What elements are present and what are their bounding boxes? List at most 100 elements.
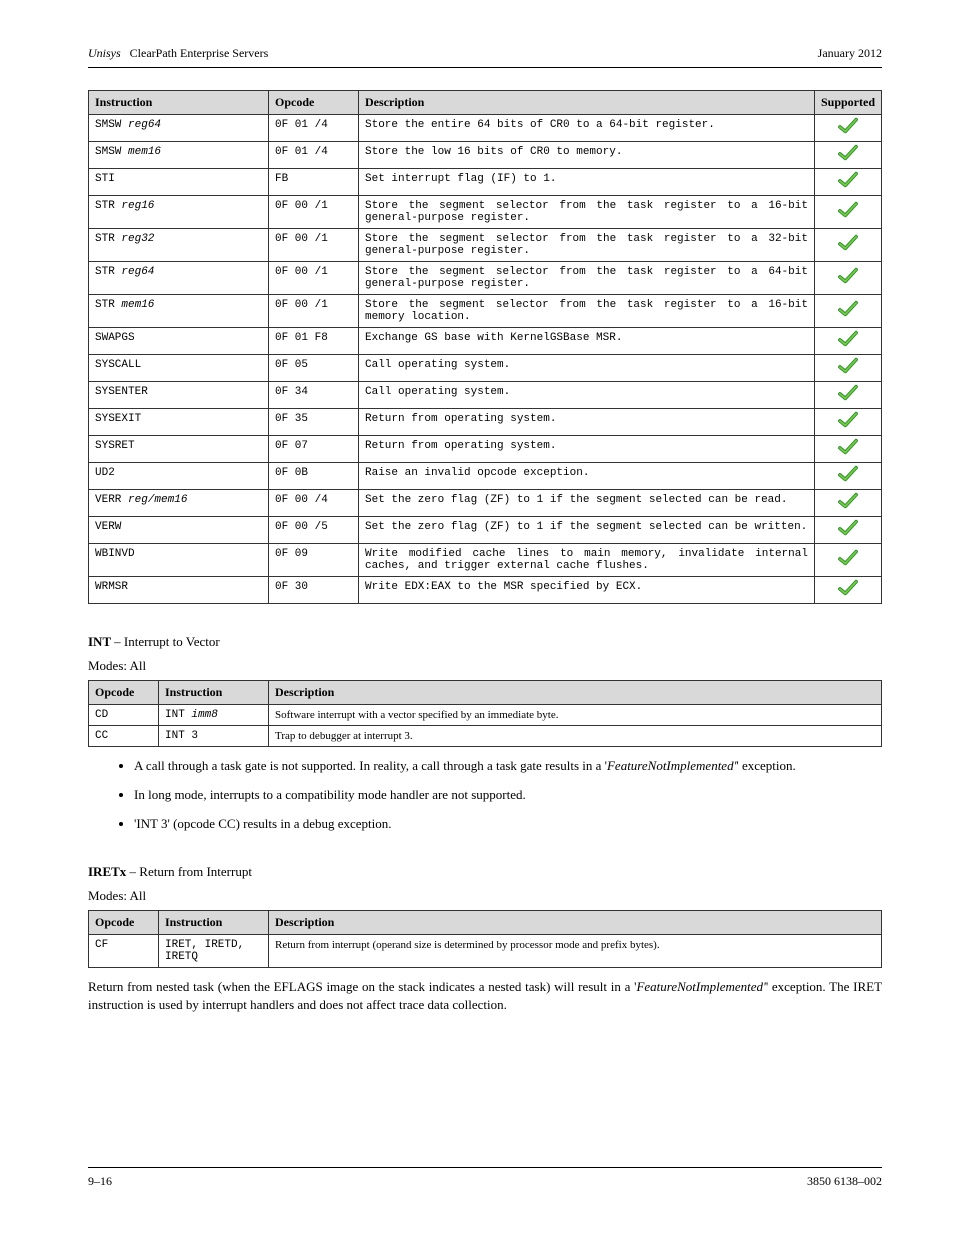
cell-desc: Raise an invalid opcode exception.	[359, 463, 815, 490]
check-icon	[837, 181, 859, 193]
cell-instr: SYSENTER	[89, 382, 269, 409]
col-opcode: Opcode	[89, 681, 159, 705]
cell-desc: Set the zero flag (ZF) to 1 if the segme…	[359, 517, 815, 544]
cell-supported	[814, 169, 881, 196]
check-icon	[837, 340, 859, 352]
cell-supported	[814, 544, 881, 577]
cell-instr: STR reg32	[89, 229, 269, 262]
cell-desc: Store the segment selector from the task…	[359, 262, 815, 295]
table-row: STIFBSet interrupt flag (IF) to 1.	[89, 169, 882, 196]
cell-supported	[814, 436, 881, 463]
iret-subcap: Modes: All	[88, 888, 882, 904]
cell-supported	[814, 382, 881, 409]
cell-opcode: 0F 35	[269, 409, 359, 436]
table-row: SMSW mem160F 01 /4Store the low 16 bits …	[89, 142, 882, 169]
cell-opcode: 0F 01 F8	[269, 328, 359, 355]
check-icon	[837, 244, 859, 256]
table-row: STR mem160F 00 /1Store the segment selec…	[89, 295, 882, 328]
cell-instr: SYSRET	[89, 436, 269, 463]
cell-opcode: 0F 01 /4	[269, 115, 359, 142]
col-opcode: Opcode	[89, 910, 159, 934]
cell-desc: Return from operating system.	[359, 409, 815, 436]
cell-supported	[814, 328, 881, 355]
cell-supported	[814, 115, 881, 142]
table-row: CF IRET, IRETD, IRETQ Return from interr…	[89, 934, 882, 967]
doc-date: January 2012	[818, 46, 882, 61]
table-header-row: Opcode Instruction Description	[89, 910, 882, 934]
int-notes: A call through a task gate is not suppor…	[88, 757, 882, 834]
page-footer: 9–16 3850 6138–002	[88, 1167, 882, 1189]
table-row: STR reg320F 00 /1Store the segment selec…	[89, 229, 882, 262]
cell-desc: Write EDX:EAX to the MSR specified by EC…	[359, 577, 815, 604]
doc-title: ClearPath Enterprise Servers	[130, 46, 269, 60]
list-item: In long mode, interrupts to a compatibil…	[134, 786, 882, 805]
cell-opcode: CD	[89, 705, 159, 726]
cell-instr: VERW	[89, 517, 269, 544]
table-row: SMSW reg640F 01 /4Store the entire 64 bi…	[89, 115, 882, 142]
check-icon	[837, 310, 859, 322]
cell-desc: Store the entire 64 bits of CR0 to a 64-…	[359, 115, 815, 142]
header-rule	[88, 67, 882, 68]
table-row: SYSENTER0F 34Call operating system.	[89, 382, 882, 409]
int-table: Opcode Instruction Description CD INT im…	[88, 680, 882, 747]
table-row: CC INT 3 Trap to debugger at interrupt 3…	[89, 726, 882, 747]
table-header-row: Opcode Instruction Description	[89, 681, 882, 705]
int-caption: INT – Interrupt to Vector	[88, 634, 882, 650]
cell-desc: Return from operating system.	[359, 436, 815, 463]
col-instruction: Instruction	[159, 681, 269, 705]
check-icon	[837, 475, 859, 487]
table-row: SYSRET0F 07Return from operating system.	[89, 436, 882, 463]
cell-instr: SMSW mem16	[89, 142, 269, 169]
cell-opcode: 0F 00 /5	[269, 517, 359, 544]
iret-caption: IRETx – Return from Interrupt	[88, 864, 882, 880]
iret-table: Opcode Instruction Description CF IRET, …	[88, 910, 882, 968]
cell-opcode: 0F 34	[269, 382, 359, 409]
check-icon	[837, 559, 859, 571]
check-icon	[837, 211, 859, 223]
cell-opcode: 0F 01 /4	[269, 142, 359, 169]
cell-supported	[814, 463, 881, 490]
cell-supported	[814, 142, 881, 169]
cell-desc: Write modified cache lines to main memor…	[359, 544, 815, 577]
cell-opcode: 0F 05	[269, 355, 359, 382]
iret-title-a: IRETx	[88, 864, 130, 879]
check-icon	[837, 589, 859, 601]
table-row: UD20F 0BRaise an invalid opcode exceptio…	[89, 463, 882, 490]
cell-opcode: 0F 00 /1	[269, 295, 359, 328]
cell-instr: WBINVD	[89, 544, 269, 577]
table-row: SYSEXIT0F 35Return from operating system…	[89, 409, 882, 436]
cell-desc: Return from interrupt (operand size is d…	[269, 934, 882, 967]
cell-instr: SYSCALL	[89, 355, 269, 382]
col-description: Description	[359, 91, 815, 115]
cell-opcode: CC	[89, 726, 159, 747]
cell-opcode: 0F 00 /1	[269, 196, 359, 229]
int-title-b: – Interrupt to Vector	[114, 634, 220, 649]
cell-opcode: CF	[89, 934, 159, 967]
col-description: Description	[269, 681, 882, 705]
footer-right: 3850 6138–002	[807, 1174, 882, 1189]
list-item: 'INT 3' (opcode CC) results in a debug e…	[134, 815, 882, 834]
cell-desc: Call operating system.	[359, 382, 815, 409]
cell-instr: WRMSR	[89, 577, 269, 604]
table-row: STR reg640F 00 /1Store the segment selec…	[89, 262, 882, 295]
iret-paragraph: Return from nested task (when the EFLAGS…	[88, 978, 882, 1016]
col-opcode: Opcode	[269, 91, 359, 115]
check-icon	[837, 154, 859, 166]
table-header-row: Instruction Opcode Description Supported	[89, 91, 882, 115]
col-description: Description	[269, 910, 882, 934]
cell-supported	[814, 262, 881, 295]
cell-desc: Trap to debugger at interrupt 3.	[269, 726, 882, 747]
cell-opcode: 0F 00 /1	[269, 262, 359, 295]
table-row: CD INT imm8 Software interrupt with a ve…	[89, 705, 882, 726]
cell-supported	[814, 196, 881, 229]
cell-instr: STI	[89, 169, 269, 196]
table-row: WBINVD0F 09Write modified cache lines to…	[89, 544, 882, 577]
col-instruction: Instruction	[89, 91, 269, 115]
cell-opcode: 0F 09	[269, 544, 359, 577]
table-row: VERW0F 00 /5Set the zero flag (ZF) to 1 …	[89, 517, 882, 544]
cell-supported	[814, 409, 881, 436]
check-icon	[837, 394, 859, 406]
check-icon	[837, 502, 859, 514]
cell-opcode: 0F 07	[269, 436, 359, 463]
footer-left: 9–16	[88, 1174, 112, 1188]
